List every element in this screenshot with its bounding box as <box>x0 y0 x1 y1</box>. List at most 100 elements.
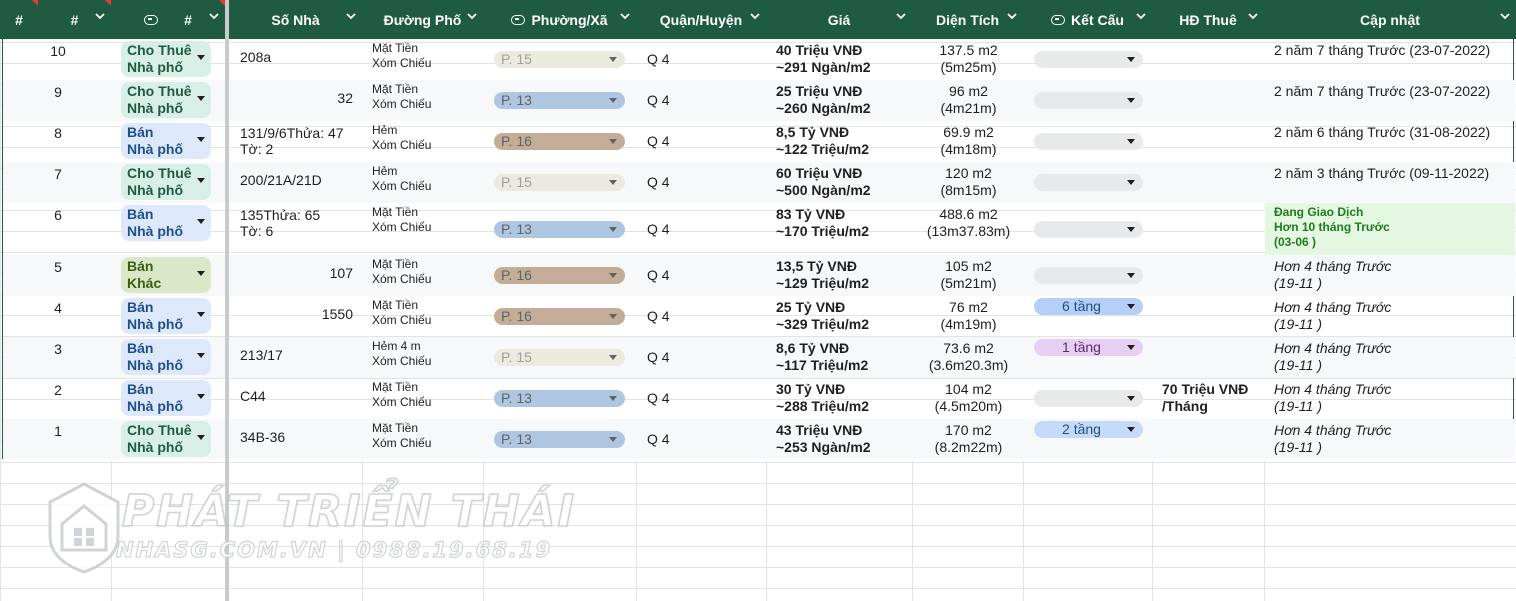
dropdown-arrow-icon[interactable] <box>609 355 617 360</box>
price-cell[interactable]: 25 Triệu VNĐ ~260 Ngàn/m2 <box>767 80 913 121</box>
header-lease[interactable]: HĐ Thuê <box>1152 0 1264 39</box>
type-cell[interactable]: Bán Nhà phố <box>113 121 226 162</box>
street-cell[interactable]: Mặt Tiền Xóm Chiếu <box>363 419 484 459</box>
district-cell[interactable]: Q 4 <box>637 39 767 80</box>
lease-cell[interactable] <box>1153 39 1265 80</box>
structure-chip[interactable]: 2 tầng <box>1034 421 1143 438</box>
dropdown-arrow-icon[interactable] <box>197 353 205 358</box>
listing-type-chip[interactable]: Bán Nhà phố <box>121 339 211 375</box>
header-district[interactable]: Quận/Huyện <box>636 0 766 39</box>
street-cell[interactable]: Mặt Tiền Xóm Chiếu <box>363 39 484 80</box>
ward-chip[interactable]: P. 16 <box>494 308 625 325</box>
district-cell[interactable]: Q 4 <box>637 296 767 337</box>
dropdown-arrow-icon[interactable] <box>1127 57 1135 62</box>
structure-chip[interactable]: 6 tầng <box>1034 298 1143 315</box>
ward-chip[interactable]: P. 13 <box>494 92 625 109</box>
dropdown-arrow-icon[interactable] <box>1127 180 1135 185</box>
header-street[interactable]: Đường Phố <box>362 0 483 39</box>
header-structure[interactable]: Kết Cấu <box>1023 0 1152 39</box>
listing-type-chip[interactable]: Cho Thuê Nhà phố <box>121 421 211 457</box>
updated-cell[interactable]: 2 năm 7 tháng Trước (23-07-2022) <box>1265 39 1515 80</box>
id-cell[interactable]: 2 <box>3 378 113 419</box>
chevron-down-icon[interactable] <box>896 13 906 21</box>
table-row[interactable]: 6 Bán Nhà phố 135Thửa: 65 Tờ: 6 Mặt Tiền Xóm C… <box>3 203 1515 255</box>
listing-type-chip[interactable]: Cho Thuê Nhà phố <box>121 164 211 200</box>
street-cell[interactable]: Hẻm 4 m Xóm Chiếu <box>363 337 484 378</box>
street-cell[interactable]: Mặt Tiền Xóm Chiếu <box>363 80 484 121</box>
dropdown-arrow-icon[interactable] <box>1127 304 1135 309</box>
price-cell[interactable]: 25 Tỷ VNĐ ~329 Triệu/m2 <box>767 296 913 337</box>
district-cell[interactable]: Q 4 <box>637 162 767 203</box>
area-cell[interactable]: 76 m2 (4m19m) <box>913 296 1024 337</box>
updated-cell[interactable]: 2 năm 6 tháng Trước (31-08-2022) <box>1265 121 1515 162</box>
header-row-number[interactable]: # <box>0 0 38 39</box>
dropdown-arrow-icon[interactable] <box>609 139 617 144</box>
dropdown-arrow-icon[interactable] <box>609 180 617 185</box>
dropdown-arrow-icon[interactable] <box>197 271 205 276</box>
header-number[interactable]: Số Nhà <box>229 0 362 39</box>
area-cell[interactable]: 104 m2 (4.5m20m) <box>913 378 1024 419</box>
header-area[interactable]: Diện Tích <box>912 0 1023 39</box>
area-cell[interactable]: 137.5 m2 (5m25m) <box>913 39 1024 80</box>
listing-type-chip[interactable]: Bán Nhà phố <box>121 298 211 334</box>
area-cell[interactable]: 69.9 m2 (4m18m) <box>913 121 1024 162</box>
house-number-cell[interactable]: C44 <box>230 378 363 419</box>
type-cell[interactable]: Cho Thuê Nhà phố <box>113 39 226 80</box>
structure-cell[interactable] <box>1024 80 1153 121</box>
structure-cell[interactable]: 1 tầng <box>1024 337 1153 378</box>
chevron-down-icon[interactable] <box>1007 13 1017 21</box>
street-cell[interactable]: Mặt Tiền Xóm Chiếu <box>363 255 484 296</box>
dropdown-arrow-icon[interactable] <box>609 227 617 232</box>
ward-cell[interactable]: P. 16 <box>484 255 637 296</box>
house-number-cell[interactable]: 1550 <box>230 296 363 337</box>
dropdown-arrow-icon[interactable] <box>1127 139 1135 144</box>
id-cell[interactable]: 3 <box>3 337 113 378</box>
ward-chip[interactable]: P. 15 <box>494 174 625 191</box>
dropdown-arrow-icon[interactable] <box>197 137 205 142</box>
price-cell[interactable]: 30 Tỷ VNĐ ~288 Triệu/m2 <box>767 378 913 419</box>
header-id[interactable]: # <box>38 0 111 39</box>
ward-cell[interactable]: P. 15 <box>484 337 637 378</box>
lease-cell[interactable] <box>1153 121 1265 162</box>
structure-chip[interactable] <box>1034 221 1143 238</box>
price-cell[interactable]: 8,5 Tỷ VNĐ ~122 Triệu/m2 <box>767 121 913 162</box>
ward-chip[interactable]: P. 16 <box>494 133 625 150</box>
type-cell[interactable]: Cho Thuê Nhà phố <box>113 162 226 203</box>
dropdown-arrow-icon[interactable] <box>609 57 617 62</box>
dropdown-arrow-icon[interactable] <box>609 98 617 103</box>
type-cell[interactable]: Bán Nhà phố <box>113 203 226 255</box>
ward-chip[interactable]: P. 13 <box>494 431 625 448</box>
district-cell[interactable]: Q 4 <box>637 378 767 419</box>
listing-type-chip[interactable]: Bán Khác <box>121 257 211 293</box>
house-number-cell[interactable]: 208a <box>230 39 363 80</box>
type-cell[interactable]: Cho Thuê Nhà phố <box>113 419 226 459</box>
ward-cell[interactable]: P. 13 <box>484 80 637 121</box>
structure-cell[interactable] <box>1024 203 1153 255</box>
listing-type-chip[interactable]: Cho Thuê Nhà phố <box>121 41 211 77</box>
chevron-down-icon[interactable] <box>620 13 630 21</box>
structure-cell[interactable] <box>1024 162 1153 203</box>
structure-chip[interactable] <box>1034 133 1143 150</box>
price-cell[interactable]: 60 Triệu VNĐ ~500 Ngàn/m2 <box>767 162 913 203</box>
ward-cell[interactable]: P. 15 <box>484 162 637 203</box>
lease-cell[interactable] <box>1153 296 1265 337</box>
updated-cell[interactable]: Đang Giao Dịch Hơn 10 tháng Trước (03-06 ) <box>1265 203 1515 255</box>
street-cell[interactable]: Mặt Tiền Xóm Chiếu <box>363 296 484 337</box>
table-row[interactable]: 4 Bán Nhà phố 1550 Mặt Tiền Xóm Chiếu P. 16 Q 4… <box>3 296 1515 337</box>
ward-cell[interactable]: P. 13 <box>484 203 637 255</box>
structure-cell[interactable] <box>1024 39 1153 80</box>
price-cell[interactable]: 40 Triệu VNĐ ~291 Ngàn/m2 <box>767 39 913 80</box>
table-row[interactable]: 10 Cho Thuê Nhà phố 208a Mặt Tiền Xóm Chiếu P.… <box>3 39 1515 80</box>
header-ward[interactable]: Phường/Xã <box>483 0 636 39</box>
chevron-down-icon[interactable] <box>1500 13 1510 21</box>
area-cell[interactable]: 105 m2 (5m21m) <box>913 255 1024 296</box>
lease-cell[interactable] <box>1153 419 1265 459</box>
type-cell[interactable]: Bán Khác <box>113 255 226 296</box>
table-row[interactable]: 5 Bán Khác 107 Mặt Tiền Xóm Chiếu P. 16 Q 4 13,5… <box>3 255 1515 296</box>
lease-cell[interactable] <box>1153 337 1265 378</box>
street-cell[interactable]: Mặt Tiền Xóm Chiếu <box>363 203 484 255</box>
house-number-cell[interactable]: 135Thửa: 65 Tờ: 6 <box>230 203 363 255</box>
id-cell[interactable]: 5 <box>3 255 113 296</box>
house-number-cell[interactable]: 131/9/6Thửa: 47 Tờ: 2 <box>230 121 363 162</box>
district-cell[interactable]: Q 4 <box>637 255 767 296</box>
